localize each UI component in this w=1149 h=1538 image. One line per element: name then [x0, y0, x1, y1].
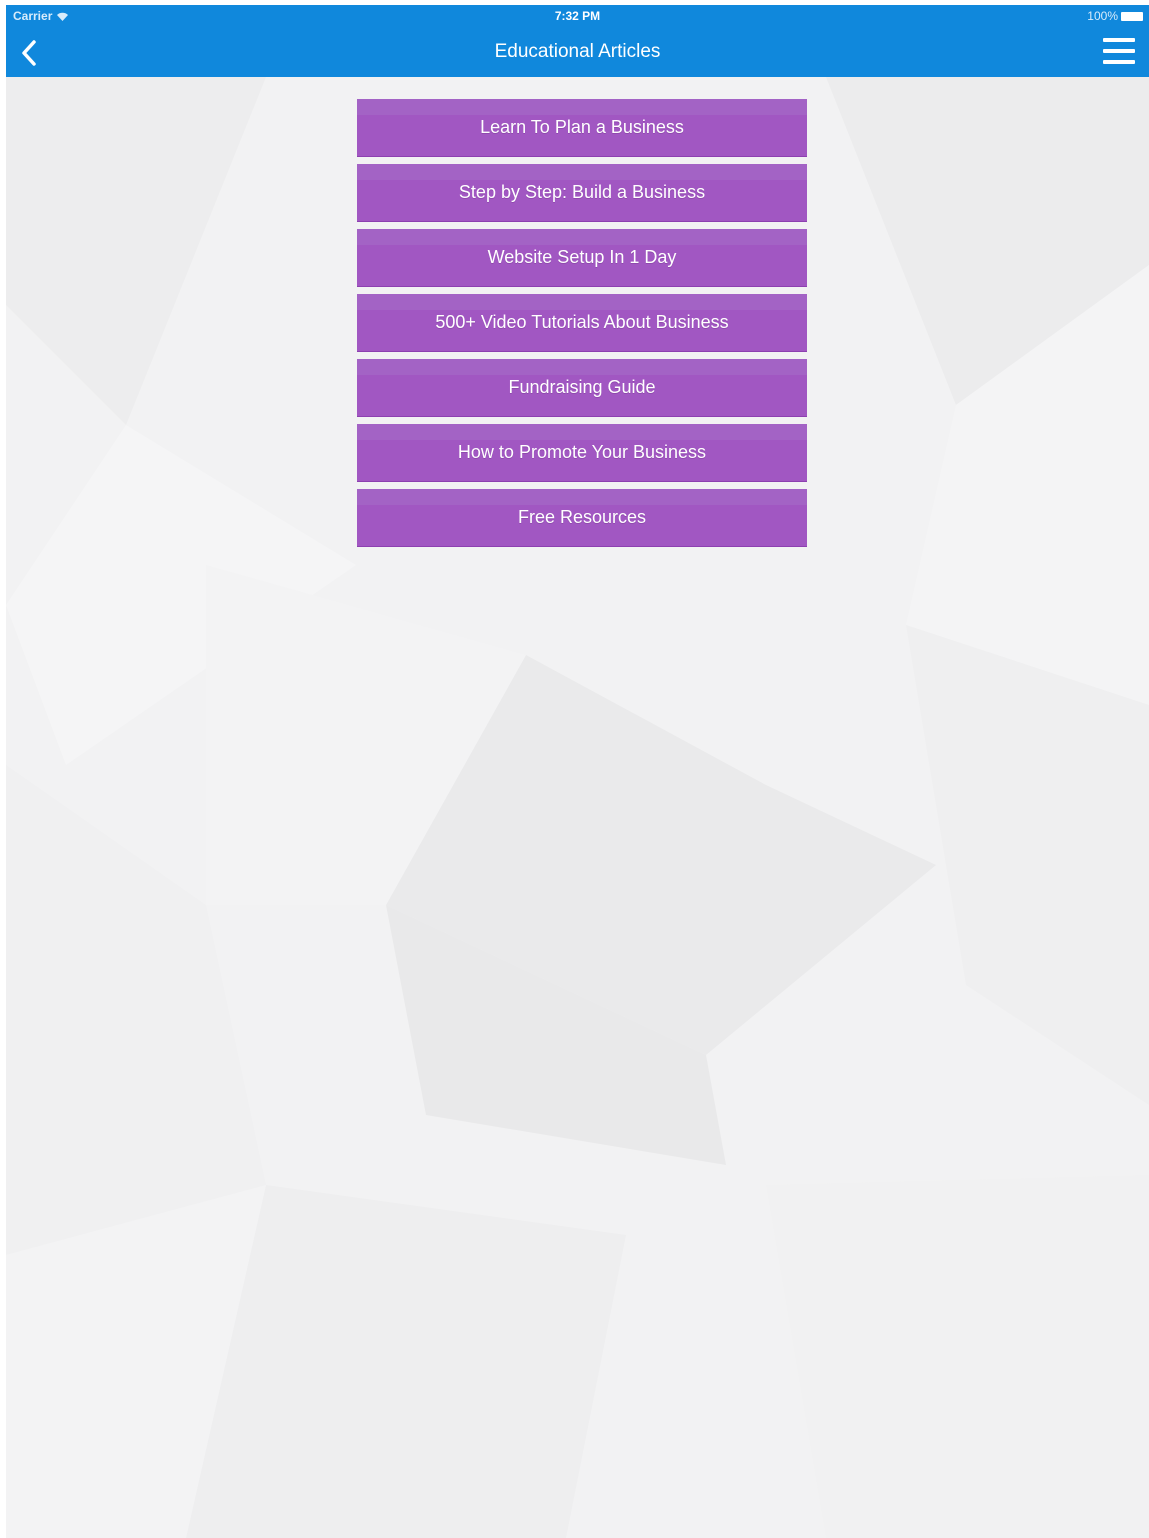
status-time: 7:32 PM [554, 9, 601, 23]
app-screen: Carrier 7:32 PM 100% Educational Article… [6, 5, 1149, 1538]
hamburger-menu-icon [1103, 38, 1135, 42]
page-title: Educational Articles [494, 41, 661, 62]
menu-item-fundraising-guide[interactable]: Fundraising Guide [357, 359, 807, 416]
menu-item-free-resources[interactable]: Free Resources [357, 489, 807, 546]
status-battery: 100% [1087, 9, 1143, 23]
article-menu: Learn To Plan a Business Step by Step: B… [357, 99, 807, 554]
battery-icon [1121, 11, 1143, 21]
menu-item-website-setup[interactable]: Website Setup In 1 Day [357, 229, 807, 286]
menu-item-video-tutorials[interactable]: 500+ Video Tutorials About Business [357, 294, 807, 351]
navigation-bar: Carrier 7:32 PM 100% Educational Article… [6, 5, 1149, 77]
menu-item-learn-to-plan[interactable]: Learn To Plan a Business [357, 99, 807, 156]
menu-button[interactable] [1103, 35, 1135, 67]
menu-item-step-by-step[interactable]: Step by Step: Build a Business [357, 164, 807, 221]
menu-item-promote-business[interactable]: How to Promote Your Business [357, 424, 807, 481]
battery-label: 100% [1087, 9, 1118, 23]
